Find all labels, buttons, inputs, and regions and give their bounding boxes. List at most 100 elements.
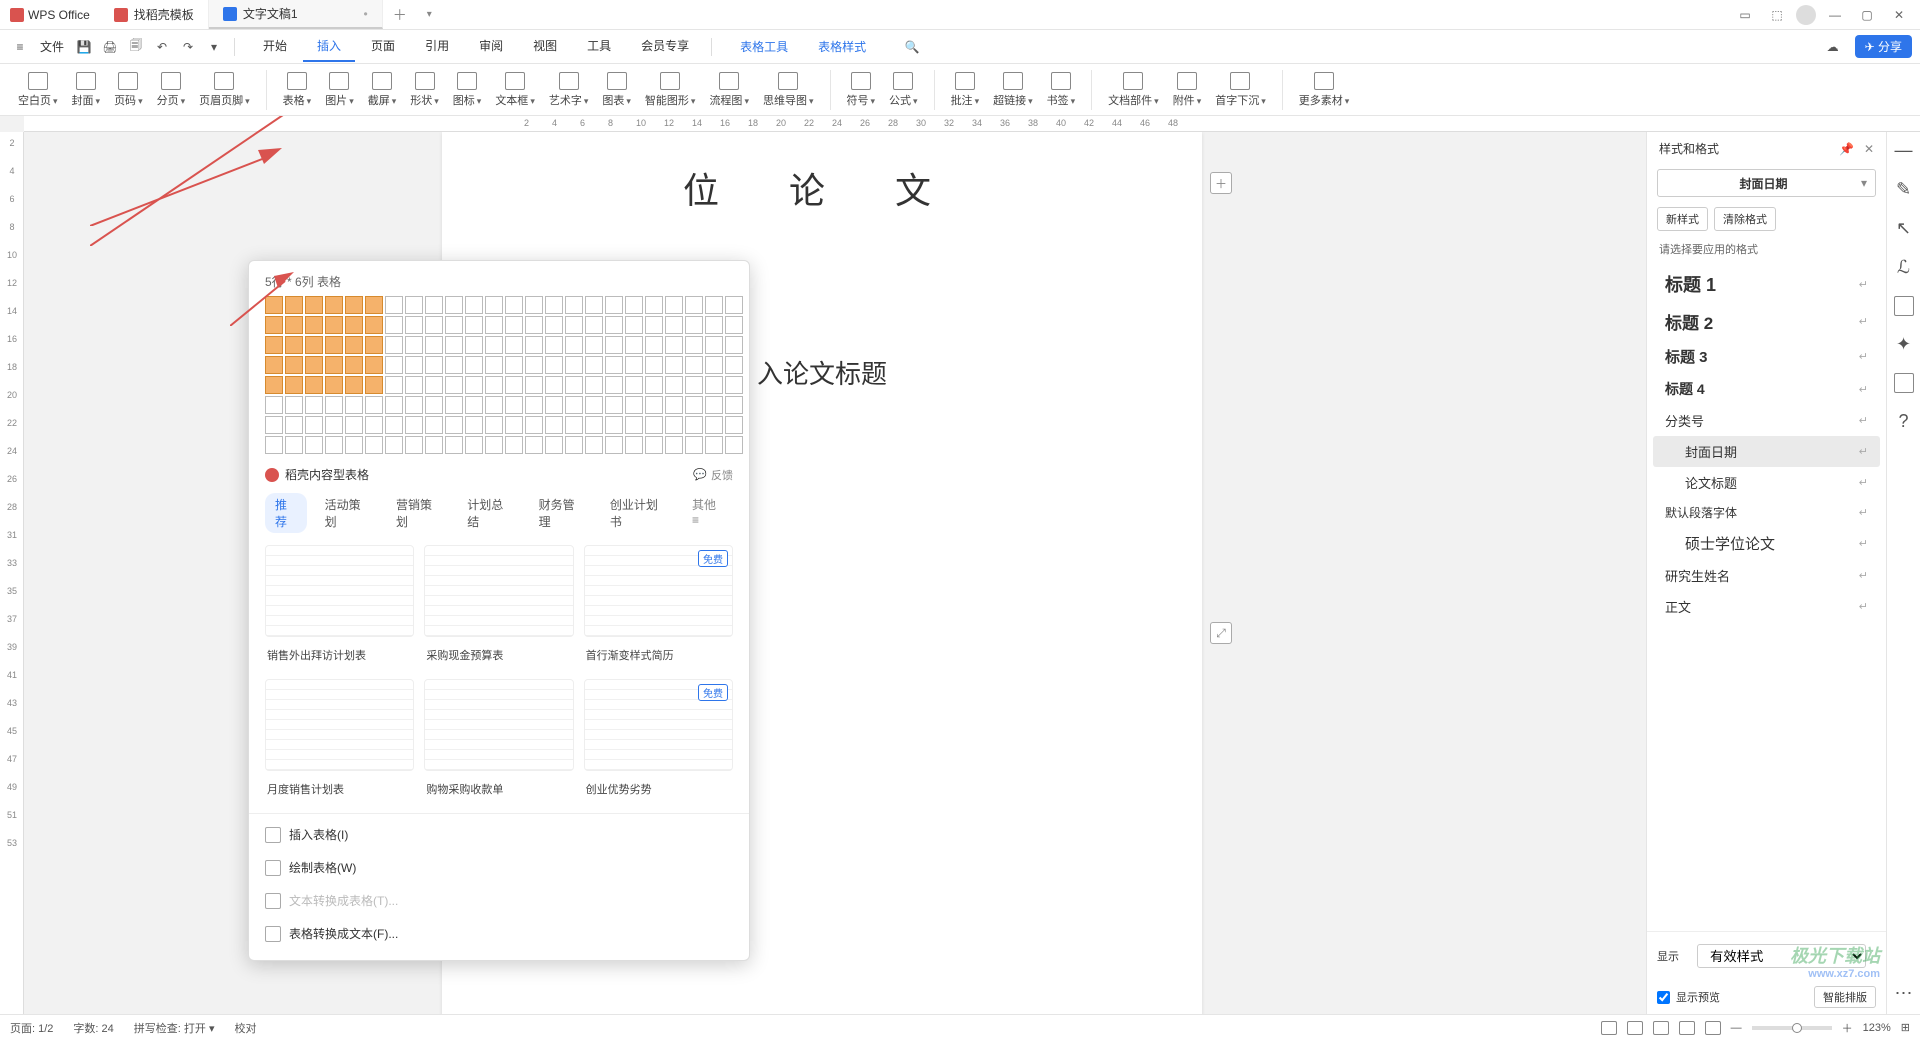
- grid-cell[interactable]: [545, 316, 563, 334]
- grid-cell[interactable]: [725, 416, 743, 434]
- grid-cell[interactable]: [685, 356, 703, 374]
- gallery-icon[interactable]: [1894, 373, 1914, 393]
- ribbon-文档部件[interactable]: 文档部件: [1102, 70, 1165, 110]
- grid-cell[interactable]: [385, 436, 403, 454]
- template-thumb[interactable]: 免费: [584, 679, 733, 771]
- category-计划总结[interactable]: 计划总结: [457, 493, 520, 533]
- grid-cell[interactable]: [285, 336, 303, 354]
- grid-cell[interactable]: [565, 336, 583, 354]
- ribbon-封面[interactable]: 封面: [66, 70, 107, 110]
- grid-cell[interactable]: [565, 396, 583, 414]
- grid-cell[interactable]: [645, 396, 663, 414]
- menu-tab-开始[interactable]: 开始: [249, 31, 301, 62]
- grid-cell[interactable]: [305, 316, 323, 334]
- grid-cell[interactable]: [545, 336, 563, 354]
- grid-cell[interactable]: [365, 356, 383, 374]
- feedback-link[interactable]: 💬 反馈: [693, 467, 733, 483]
- grid-cell[interactable]: [605, 376, 623, 394]
- menu-tab-引用[interactable]: 引用: [411, 31, 463, 62]
- avatar-icon[interactable]: [1796, 5, 1816, 25]
- grid-cell[interactable]: [605, 316, 623, 334]
- close-button[interactable]: ✕: [1886, 4, 1912, 26]
- grid-cell[interactable]: [545, 376, 563, 394]
- ribbon-书签[interactable]: 书签: [1041, 70, 1082, 110]
- grid-cell[interactable]: [445, 296, 463, 314]
- file-menu[interactable]: 文件: [34, 38, 70, 55]
- grid-cell[interactable]: [265, 396, 283, 414]
- grid-cell[interactable]: [545, 296, 563, 314]
- grid-cell[interactable]: [705, 416, 723, 434]
- tools-icon[interactable]: ✦: [1896, 334, 1911, 355]
- grid-cell[interactable]: [705, 376, 723, 394]
- grid-cell[interactable]: [685, 376, 703, 394]
- grid-cell[interactable]: [325, 336, 343, 354]
- grid-cell[interactable]: [425, 336, 443, 354]
- grid-cell[interactable]: [665, 296, 683, 314]
- grid-cell[interactable]: [505, 316, 523, 334]
- ribbon-智能图形[interactable]: 智能图形: [639, 70, 702, 110]
- sidebar-toggle-icon[interactable]: ▭: [1732, 4, 1758, 26]
- grid-cell[interactable]: [305, 376, 323, 394]
- grid-cell[interactable]: [305, 396, 323, 414]
- grid-cell[interactable]: [505, 296, 523, 314]
- grid-cell[interactable]: [505, 416, 523, 434]
- menu-tab-工具[interactable]: 工具: [573, 31, 625, 62]
- grid-cell[interactable]: [485, 316, 503, 334]
- grid-cell[interactable]: [725, 436, 743, 454]
- grid-cell[interactable]: [585, 296, 603, 314]
- grid-cell[interactable]: [305, 356, 323, 374]
- style-item[interactable]: 标题 4↵: [1653, 373, 1880, 405]
- tab-document[interactable]: 文字文稿1 •: [209, 0, 383, 29]
- format-style-icon[interactable]: ℒ: [1897, 257, 1910, 278]
- fit-width-icon[interactable]: ⊞: [1901, 1021, 1910, 1034]
- add-block-handle[interactable]: ＋: [1210, 172, 1232, 194]
- status-mode[interactable]: 校对: [234, 1020, 256, 1036]
- grid-cell[interactable]: [265, 356, 283, 374]
- grid-cell[interactable]: [625, 416, 643, 434]
- grid-cell[interactable]: [445, 376, 463, 394]
- ribbon-图片[interactable]: 图片: [319, 70, 360, 110]
- more-sidebar-icon[interactable]: ⋯: [1895, 983, 1913, 1004]
- grid-cell[interactable]: [405, 376, 423, 394]
- redo-icon[interactable]: ↷: [176, 35, 200, 59]
- zoom-slider[interactable]: [1752, 1026, 1832, 1030]
- grid-cell[interactable]: [405, 336, 423, 354]
- ribbon-公式[interactable]: 公式: [883, 70, 924, 110]
- grid-cell[interactable]: [665, 316, 683, 334]
- show-preview-checkbox[interactable]: [1657, 991, 1670, 1004]
- grid-cell[interactable]: [285, 396, 303, 414]
- grid-cell[interactable]: [645, 336, 663, 354]
- grid-cell[interactable]: [465, 316, 483, 334]
- edit-pencil-icon[interactable]: ✎: [1896, 179, 1911, 200]
- grid-cell[interactable]: [585, 376, 603, 394]
- grid-cell[interactable]: [465, 356, 483, 374]
- grid-cell[interactable]: [525, 316, 543, 334]
- grid-cell[interactable]: [425, 296, 443, 314]
- grid-cell[interactable]: [565, 296, 583, 314]
- grid-cell[interactable]: [345, 356, 363, 374]
- grid-cell[interactable]: [505, 376, 523, 394]
- grid-cell[interactable]: [705, 296, 723, 314]
- grid-cell[interactable]: [305, 436, 323, 454]
- grid-cell[interactable]: [365, 376, 383, 394]
- layers-icon[interactable]: [1894, 296, 1914, 316]
- grid-cell[interactable]: [525, 376, 543, 394]
- grid-cell[interactable]: [645, 356, 663, 374]
- ribbon-超链接[interactable]: 超链接: [987, 70, 1039, 110]
- style-item[interactable]: 硕士学位论文↵: [1653, 527, 1880, 560]
- grid-cell[interactable]: [725, 396, 743, 414]
- grid-cell[interactable]: [485, 336, 503, 354]
- grid-cell[interactable]: [725, 376, 743, 394]
- grid-cell[interactable]: [425, 396, 443, 414]
- table-option[interactable]: 插入表格(I): [249, 818, 749, 851]
- smart-layout-button[interactable]: 智能排版: [1814, 986, 1876, 1008]
- style-item[interactable]: 默认段落字体↵: [1653, 498, 1880, 527]
- grid-cell[interactable]: [385, 336, 403, 354]
- category-创业计划书[interactable]: 创业计划书: [600, 493, 674, 533]
- close-panel-icon[interactable]: ✕: [1864, 142, 1874, 156]
- grid-cell[interactable]: [345, 416, 363, 434]
- grid-cell[interactable]: [485, 376, 503, 394]
- grid-cell[interactable]: [645, 296, 663, 314]
- menu-tab-会员专享[interactable]: 会员专享: [627, 31, 703, 62]
- grid-cell[interactable]: [705, 356, 723, 374]
